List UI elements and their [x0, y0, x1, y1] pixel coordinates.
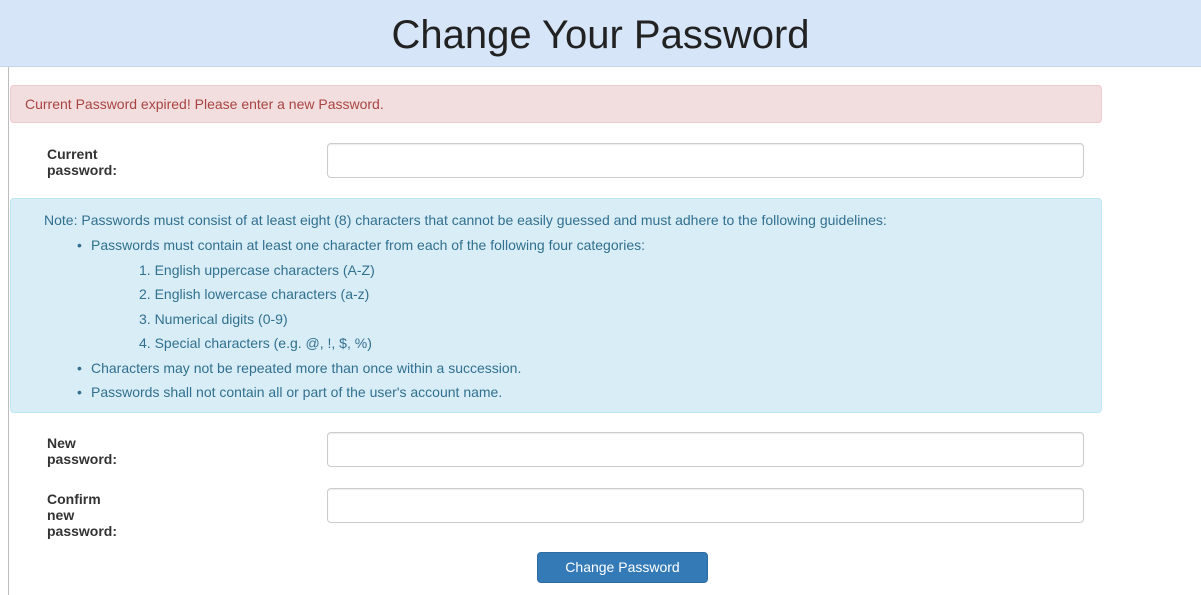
rule-item: • Passwords shall not contain all or par… [77, 380, 1101, 405]
category-item: 2. English lowercase characters (a-z) [139, 286, 370, 302]
confirm-password-input[interactable] [327, 488, 1084, 523]
confirm-password-label-line3: password: [47, 523, 118, 539]
rule-text: Passwords must contain at least one char… [91, 237, 646, 253]
rule-item: • Characters may not be repeated more th… [77, 356, 1101, 381]
confirm-password-label-line1: Confirm [47, 491, 101, 507]
new-password-label-line2: password: [47, 451, 118, 467]
new-password-label: New password: [47, 435, 117, 467]
note-intro: Note: Passwords must consist of at least… [44, 212, 887, 228]
current-password-input[interactable] [327, 143, 1084, 178]
expired-alert-message: Current Password expired! Please enter a… [25, 96, 384, 112]
page-title: Change Your Password [391, 13, 810, 57]
current-password-label: Current password: [47, 146, 117, 178]
page-header: Change Your Password [0, 0, 1201, 67]
new-password-label-line1: New [47, 435, 76, 451]
rule-text: Characters may not be repeated more than… [91, 359, 522, 376]
bullet-icon: • [77, 359, 82, 376]
category-item: 1. English uppercase characters (A-Z) [139, 261, 375, 278]
bullet-icon: • [77, 237, 82, 253]
rules-list: • Passwords must contain at least one ch… [44, 233, 1101, 405]
rule-text: Passwords shall not contain all or part … [91, 384, 503, 400]
new-password-input[interactable] [327, 432, 1084, 467]
change-password-button[interactable]: Change Password [537, 552, 708, 583]
current-password-label-line1: Current [47, 146, 98, 162]
category-item: 3. Numerical digits (0-9) [139, 310, 288, 327]
left-divider [8, 67, 9, 595]
expired-alert: Current Password expired! Please enter a… [10, 85, 1102, 123]
confirm-password-label: Confirm new password: [47, 491, 117, 539]
password-rules-note: Note: Passwords must consist of at least… [10, 198, 1102, 413]
current-password-label-line2: password: [47, 162, 118, 178]
confirm-password-label-line2: new [47, 507, 75, 523]
rule-item: • Passwords must contain at least one ch… [77, 233, 1101, 356]
bullet-icon: • [77, 384, 82, 400]
categories-list: 1. English uppercase characters (A-Z) 2.… [91, 258, 1101, 356]
change-password-page: Change Your Password Current Password ex… [0, 0, 1201, 595]
category-item: 4. Special characters (e.g. @, !, $, %) [139, 335, 372, 351]
